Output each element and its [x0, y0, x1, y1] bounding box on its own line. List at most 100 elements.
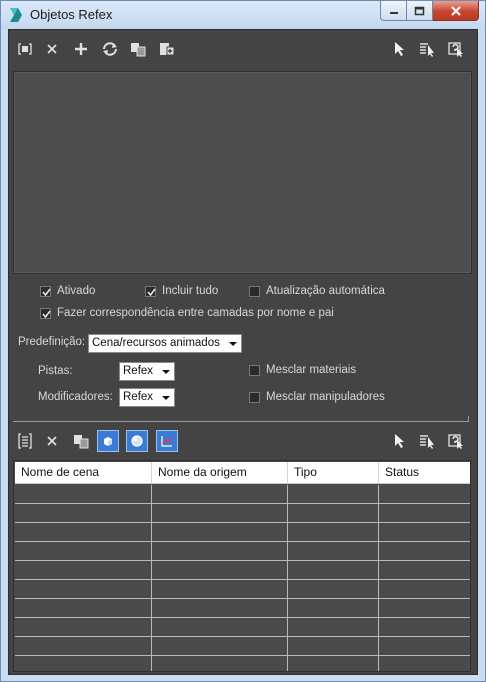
preset-dropdown[interactable]: Cena/recursos animados: [88, 334, 242, 353]
table-cell: [152, 637, 288, 656]
show-objects-icon[interactable]: [97, 430, 119, 452]
column-type[interactable]: Tipo: [288, 462, 379, 484]
select-list-icon[interactable]: [417, 39, 437, 59]
table-cell: [379, 485, 470, 504]
table-row[interactable]: [15, 523, 470, 542]
remove-icon[interactable]: [42, 431, 62, 451]
table-cell: [379, 542, 470, 561]
title-bar[interactable]: Objetos Refex: [1, 1, 485, 29]
select-icon[interactable]: [389, 39, 409, 59]
table-row[interactable]: [15, 561, 470, 580]
refex-objects-window: Objetos Refex Ativado Incluir tudo Atual…: [0, 0, 486, 682]
table-cell: [152, 656, 288, 671]
enabled-label: Ativado: [57, 285, 96, 297]
merge-materials-checkbox[interactable]: [249, 365, 260, 376]
auto-update-label: Atualização automática: [266, 285, 385, 297]
merge-manipulators-label: Mesclar manipuladores: [266, 391, 385, 403]
table-cell: [15, 599, 152, 618]
3dsmax-app-icon: [8, 7, 24, 23]
table-cell: [288, 599, 379, 618]
table-row[interactable]: [15, 618, 470, 637]
copy-paste-icon[interactable]: [128, 39, 148, 59]
chevron-down-icon: [229, 342, 237, 346]
remove-icon[interactable]: [42, 39, 62, 59]
modifiers-label: Modificadores:: [38, 391, 113, 403]
refresh-icon[interactable]: [100, 39, 120, 59]
minimize-button[interactable]: [380, 1, 407, 21]
merge-materials-label: Mesclar materiais: [266, 364, 357, 376]
plus-icon[interactable]: [71, 39, 91, 59]
object-list-icon[interactable]: [15, 431, 35, 451]
table-row[interactable]: [15, 599, 470, 618]
table-row[interactable]: [15, 504, 470, 523]
table-row[interactable]: [15, 542, 470, 561]
enabled-checkbox[interactable]: [40, 286, 51, 297]
top-toolbar: [9, 30, 477, 66]
show-controllers-icon[interactable]: [156, 430, 178, 452]
table-cell: [379, 599, 470, 618]
table-cell: [152, 485, 288, 504]
merge-icon[interactable]: [157, 39, 177, 59]
table-cell: [379, 561, 470, 580]
table-cell: [15, 542, 152, 561]
select-icon[interactable]: [389, 431, 409, 451]
merge-manipulators-checkbox[interactable]: [249, 392, 260, 403]
table-cell: [15, 504, 152, 523]
table-cell: [288, 561, 379, 580]
table-cell: [15, 485, 152, 504]
table-row[interactable]: [15, 656, 470, 671]
include-all-label: Incluir tudo: [162, 285, 219, 297]
preset-label: Predefinição:: [18, 336, 86, 348]
table-cell: [288, 523, 379, 542]
table-cell: [15, 580, 152, 599]
window-controls: [380, 1, 479, 21]
maximize-button[interactable]: [407, 1, 433, 21]
table-cell: [152, 561, 288, 580]
column-source-name[interactable]: Nome da origem: [152, 462, 288, 484]
table-cell: [15, 618, 152, 637]
preset-value: Cena/recursos animados: [92, 337, 220, 349]
window-title: Objetos Refex: [30, 7, 113, 22]
help-icon[interactable]: [446, 39, 466, 59]
auto-update-checkbox[interactable]: [249, 286, 260, 297]
table-cell: [379, 656, 470, 671]
table-header: Nome de cena Nome da origem Tipo Status: [15, 462, 470, 484]
table-cell: [152, 504, 288, 523]
table-cell: [15, 637, 152, 656]
copy-paste-icon[interactable]: [71, 431, 91, 451]
table-row[interactable]: [15, 485, 470, 504]
refex-objects-table[interactable]: Nome de cena Nome da origem Tipo Status: [13, 460, 471, 672]
table-cell: [152, 618, 288, 637]
help-icon[interactable]: [446, 431, 466, 451]
table-cell: [288, 637, 379, 656]
table-cell: [152, 523, 288, 542]
table-row[interactable]: [15, 637, 470, 656]
table-cell: [152, 542, 288, 561]
table-cell: [288, 580, 379, 599]
include-all-checkbox[interactable]: [145, 286, 156, 297]
add-object-icon[interactable]: [15, 39, 35, 59]
table-cell: [288, 656, 379, 671]
table-cell: [288, 504, 379, 523]
table-cell: [288, 485, 379, 504]
select-list-icon[interactable]: [417, 431, 437, 451]
close-button[interactable]: [433, 1, 479, 21]
table-cell: [288, 542, 379, 561]
match-layers-label: Fazer correspondência entre camadas por …: [57, 307, 334, 319]
table-cell: [152, 599, 288, 618]
table-cell: [152, 580, 288, 599]
table-cell: [379, 523, 470, 542]
table-row[interactable]: [15, 580, 470, 599]
match-layers-checkbox[interactable]: [40, 308, 51, 319]
modifiers-dropdown[interactable]: Refex: [119, 388, 175, 407]
column-scene-name[interactable]: Nome de cena: [15, 462, 152, 484]
column-status[interactable]: Status: [379, 462, 470, 484]
client-area: Ativado Incluir tudo Atualização automát…: [8, 29, 478, 675]
refex-viewport[interactable]: [13, 71, 472, 274]
tracks-label: Pistas:: [38, 365, 73, 377]
show-materials-icon[interactable]: [126, 430, 148, 452]
table-cell: [379, 618, 470, 637]
tracks-value: Refex: [123, 365, 154, 377]
table-cell: [379, 580, 470, 599]
tracks-dropdown[interactable]: Refex: [119, 362, 175, 381]
